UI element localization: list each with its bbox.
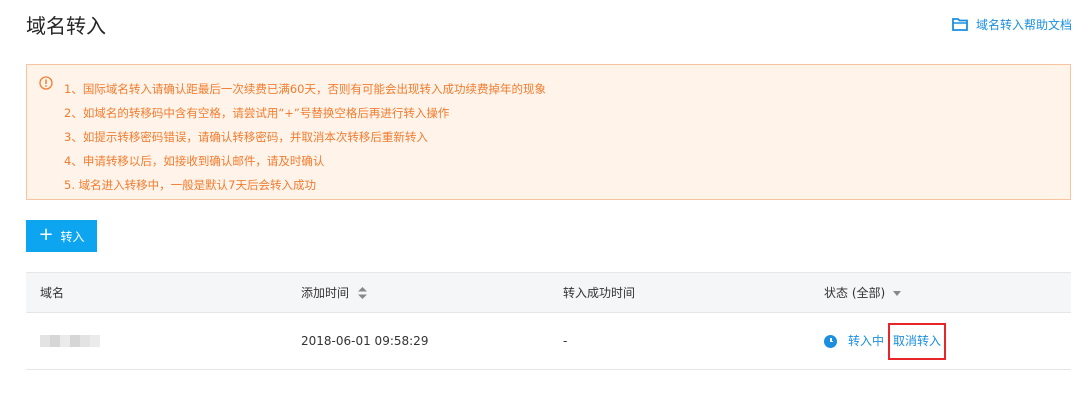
help-doc-label[interactable]: 域名转入帮助文档 [976,16,1072,33]
notice-list: 1、国际域名转入请确认距最后一次续费已满60天，否则有可能会出现转入成功续费掉年… [64,77,546,197]
plus-icon: + [38,224,54,245]
clock-icon [824,334,837,348]
table-row: 2018-06-01 09:58:29 - 转入中 取消转入 [26,313,1071,370]
notice-item: 4、申请转移以后，如接收到确认邮件，请及时确认 [64,154,325,168]
warning-circle-icon [39,76,53,90]
notice-item: 5. 域名进入转移中，一般是默认7天后会转入成功 [64,178,316,192]
column-status-label: 状态 (全部) [824,286,886,300]
column-domain: 域名 [40,286,65,300]
notice-box: 1、国际域名转入请确认距最后一次续费已满60天，否则有可能会出现转入成功续费掉年… [26,64,1071,200]
folder-icon [952,18,968,31]
success-time-cell: - [563,334,568,348]
column-status[interactable]: 状态 (全部) [824,273,902,313]
cancel-transfer-link[interactable]: 取消转入 [888,322,947,360]
added-time-cell: 2018-06-01 09:58:29 [301,334,429,348]
sort-icon[interactable] [358,287,368,299]
notice-item: 3、如提示转移密码错误，请确认转移密码，并取消本次转移后重新转入 [64,130,428,144]
status-text: 转入中 [848,334,885,348]
column-added-time-label: 添加时间 [301,286,350,300]
notice-item: 2、如域名的转移码中含有空格，请尝试用“+”号替换空格后再进行转入操作 [64,106,450,120]
column-success-time: 转入成功时间 [563,286,636,300]
transfer-button-label: 转入 [60,229,85,244]
caret-down-icon[interactable] [893,290,902,296]
page-title: 域名转入 [26,14,106,38]
table-header: 域名 添加时间 转入成功时间 状态 (全部) [26,272,1071,313]
transfer-button[interactable]: + 转入 [26,220,97,252]
redacted-domain [40,335,100,347]
domain-cell [40,313,100,369]
status-cell: 转入中 取消转入 [824,313,947,369]
domain-table: 域名 添加时间 转入成功时间 状态 (全部) 2018-06-01 09:58:… [26,272,1071,370]
help-doc-link[interactable]: 域名转入帮助文档 [952,16,1072,33]
column-added-time[interactable]: 添加时间 [301,273,368,313]
notice-item: 1、国际域名转入请确认距最后一次续费已满60天，否则有可能会出现转入成功续费掉年… [64,82,546,96]
